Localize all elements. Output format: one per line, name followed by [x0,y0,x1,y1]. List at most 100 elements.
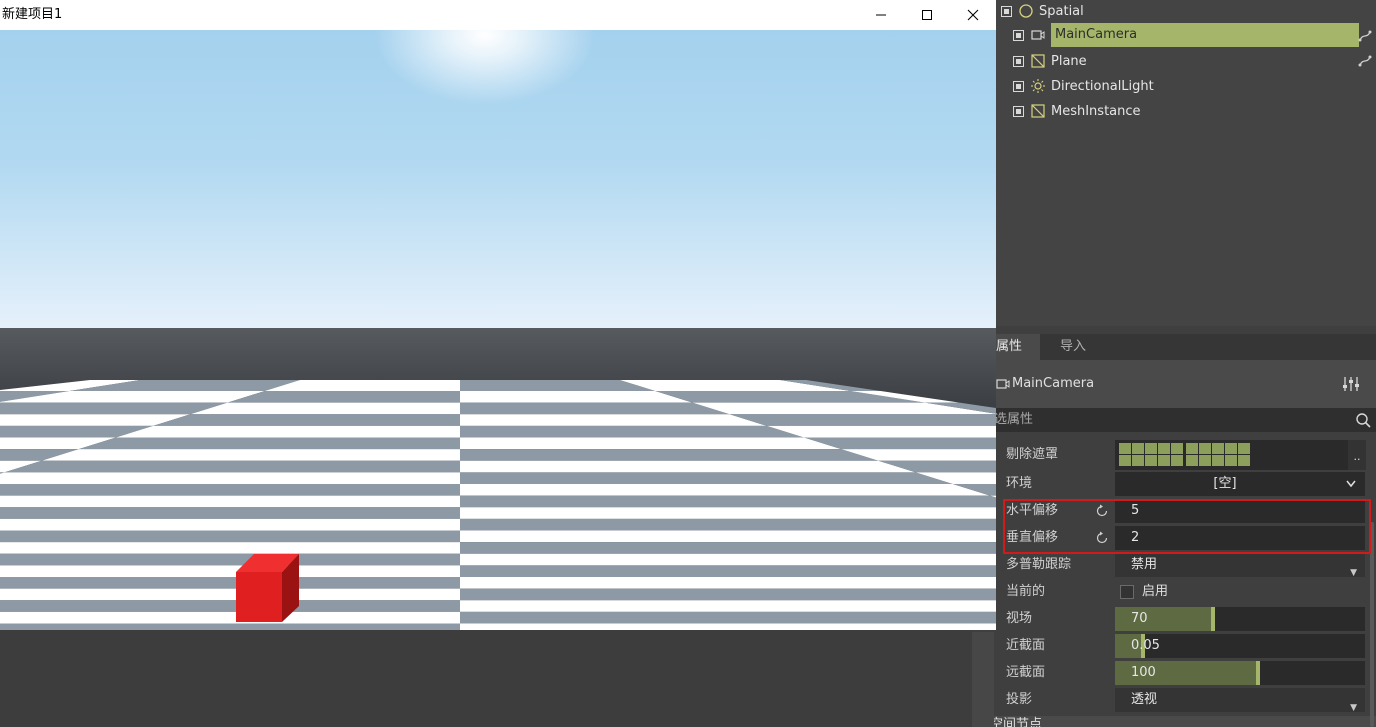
maximize-icon [922,10,932,20]
checker-plane [0,380,996,630]
tree-item-label: Plane [1051,53,1087,69]
window-titlebar[interactable]: 新建项目1 [0,0,996,30]
cull-mask-menu-button[interactable]: .. [1348,440,1366,470]
checker-tile [227,391,460,403]
mesh-instance-icon [1031,104,1045,118]
maximize-button[interactable] [904,0,950,30]
tab-import[interactable]: 导入 [1038,334,1108,360]
cull-mask-layers[interactable] [1115,440,1348,470]
tree-item-maincamera[interactable]: MainCamera [1013,23,1359,47]
checker-tile [460,518,996,531]
checker-tile [0,542,460,554]
slider-handle[interactable] [1211,607,1215,631]
checker-tile [115,425,460,438]
tree-item-plane[interactable]: Plane [1013,50,1087,72]
checker-tile [460,611,996,624]
search-icon [1356,413,1371,428]
prop-fov: 视场 70 [996,606,1368,632]
checker-tile [460,542,996,554]
close-button[interactable] [950,0,996,30]
minimize-icon [876,14,886,16]
checker-tile [0,495,460,508]
minimize-button[interactable] [858,0,904,30]
tree-item-label: MeshInstance [1051,103,1141,119]
checker-tile [460,600,996,612]
checker-tile [0,623,460,630]
game-window: 新建项目1 [0,0,996,630]
checker-tile [460,623,996,630]
prop-far: 远截面 100 [996,660,1368,686]
visibility-toggle-icon[interactable] [1001,5,1012,17]
tree-item-label: Spatial [1039,3,1084,19]
game-viewport[interactable] [0,30,996,630]
checker-tile [0,402,228,415]
sun-light-icon [1031,79,1045,93]
inspector-header: MainCamera [972,360,1376,408]
checker-tile [460,402,730,415]
checker-tile [460,577,996,589]
inspected-node-name: MainCamera [1012,376,1095,391]
projection-dropdown[interactable]: 透视 ▼ [1115,688,1365,713]
checker-tile [0,518,460,531]
inspector-left-gutter [972,632,994,727]
checker-tile [460,495,996,508]
fov-slider[interactable]: 70 [1115,607,1365,631]
prop-environment: 环境 [空] [996,471,1368,497]
near-slider[interactable]: 0.05 [1115,634,1365,658]
chevron-down-icon[interactable] [1346,480,1356,488]
camera-icon [1031,28,1045,42]
camera-icon [996,379,1010,389]
checker-tile [190,402,461,415]
doppler-dropdown[interactable]: 禁用 ▼ [1115,553,1365,578]
checker-tile [0,530,460,543]
scene-tree-dock: Spatial MainCamera Plane DirectionalLigh… [996,0,1376,326]
checker-tile [78,437,460,450]
annotation-highlight-box [1003,499,1371,554]
tree-item-label: DirectionalLight [1051,78,1154,94]
checker-tile [0,588,460,601]
layer-grid[interactable] [1119,440,1259,470]
property-filter-input[interactable]: 选属性 [994,408,1376,432]
tree-item-meshinstance[interactable]: MeshInstance [1013,100,1141,122]
tree-item-spatial[interactable]: Spatial [1001,0,1084,22]
checker-tile [460,553,996,566]
visibility-toggle-icon[interactable] [1013,80,1024,92]
inspector-tabs: 属性 导入 [972,334,1376,360]
red-cube [236,554,299,622]
checker-tile [460,449,879,461]
checker-tile [460,391,693,403]
slider-handle[interactable] [1256,661,1260,685]
far-slider[interactable]: 100 [1115,661,1365,685]
section-header-spatial[interactable]: 空间节点 [980,716,1376,727]
visibility-toggle-icon[interactable] [1013,55,1024,67]
checker-tile [0,507,460,519]
prop-doppler-tracking: 多普勒跟踪 禁用 ▼ [996,552,1368,578]
checker-tile [41,449,461,461]
current-checkbox[interactable] [1120,585,1134,599]
object-properties-icon[interactable] [1342,375,1360,393]
script-signal-icon[interactable] [1358,29,1372,43]
close-icon [967,9,979,21]
checker-tile [153,414,460,426]
checker-tile [0,611,460,624]
checker-tile [460,530,996,543]
environment-resource-picker[interactable]: [空] [1115,472,1365,496]
checker-tile [0,553,460,566]
checker-tile [729,414,996,426]
tree-item-directionallight[interactable]: DirectionalLight [1013,75,1154,97]
checker-tile [766,425,996,438]
checker-tile [0,577,460,589]
checker-tile [460,588,996,601]
slider-fill [1115,607,1213,631]
tree-item-label: MainCamera [1051,23,1359,47]
visibility-toggle-icon[interactable] [1013,29,1024,41]
prop-current: 当前的 启用 [1006,584,1169,599]
spatial-node-icon [1019,4,1033,18]
visibility-toggle-icon[interactable] [1013,105,1024,117]
checker-tile [460,472,953,485]
checker-tile [460,565,996,578]
window-title: 新建项目1 [2,7,63,22]
prop-near: 近截面 0.05 [996,633,1368,659]
checker-tile [0,600,460,612]
script-signal-icon[interactable] [1358,54,1372,68]
